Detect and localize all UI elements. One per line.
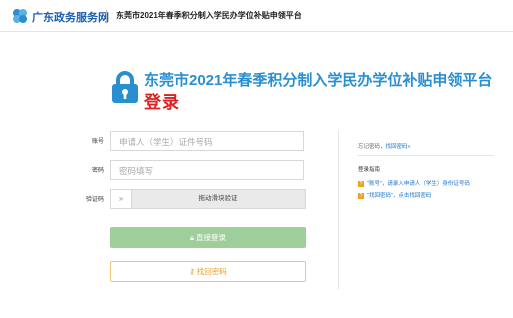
page-title: 东莞市2021年春季积分制入学民办学位补贴申领平台 [144,72,493,89]
question-icon: ? [358,180,364,187]
captcha-slider[interactable]: » 拖动滑块验证 [110,189,306,209]
forgot-prefix: 忘记密码， [358,144,386,150]
captcha-label: 验证码 [85,197,104,203]
login-button[interactable]: 🔒︎ 直接登录 [110,227,306,248]
password-field-wrapper [110,160,304,180]
forgot-button-label: 找回密码 [196,267,227,276]
account-input[interactable] [111,133,303,151]
panel-divider [338,131,339,289]
login-button-label: 直接登录 [196,233,227,242]
guide-item-text: "找回密码"，点击找回密码 [367,193,432,199]
guide-item: ? "账号"，请录入申请人（学生）身份证号码 [358,179,470,187]
guide-title: 登录指南 [358,167,381,173]
header-title: 东莞市2021年春季积分制入学民办学位补贴申领平台 [116,11,302,20]
guide-item: ? "找回密码"，点击找回密码 [358,191,431,199]
slider-handle[interactable]: » [111,190,132,208]
forgot-password-button[interactable]: ⚷ 找回密码 [110,261,306,282]
guangdong-logo-icon [13,9,27,23]
password-input[interactable] [111,162,303,180]
key-icon: ⚷ [189,267,195,276]
guide-item-text: "账号"，请录入申请人（学生）身份证号码 [367,181,470,187]
login-heading: 登录 [144,93,180,112]
header-divider [106,10,107,22]
password-label: 密码 [91,168,104,174]
top-bar: 广东政务服务网 东莞市2021年春季积分制入学民办学位补贴申领平台 [0,0,513,32]
forgot-hint: 忘记密码，找回密码» [358,142,411,150]
account-field-wrapper [110,131,304,151]
account-label: 账号 [91,139,104,145]
site-brand[interactable]: 广东政务服务网 [32,9,109,25]
question-icon: ? [358,192,364,199]
lock-small-icon: 🔒︎ [189,233,194,242]
side-divider [358,155,494,156]
slider-hint: 拖动滑块验证 [198,195,238,202]
forgot-link[interactable]: 找回密码» [386,144,411,150]
lock-icon [112,71,138,103]
